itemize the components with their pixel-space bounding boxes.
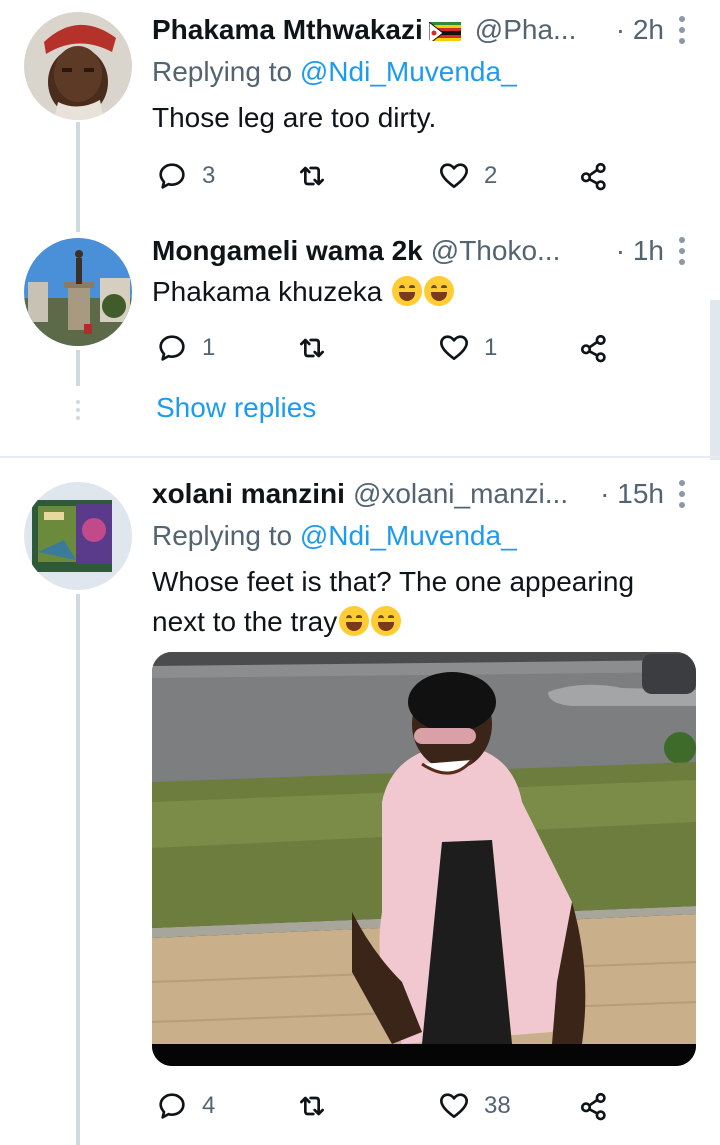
reply-count: 4 bbox=[202, 1092, 216, 1119]
divider bbox=[0, 456, 720, 458]
show-replies-link[interactable]: Show replies bbox=[156, 392, 316, 424]
like-count: 1 bbox=[484, 334, 498, 361]
share-icon bbox=[580, 334, 606, 363]
tweet-header: xolani manzini @xolani_manzi... · 15h bbox=[152, 474, 680, 514]
retweet-button[interactable] bbox=[296, 1086, 328, 1126]
share-icon bbox=[580, 162, 606, 191]
like-button[interactable]: 2 bbox=[438, 156, 497, 196]
retweet-icon bbox=[300, 1096, 324, 1116]
like-count: 38 bbox=[484, 1092, 511, 1119]
retweet-icon bbox=[300, 166, 324, 186]
retweet-icon bbox=[300, 338, 324, 358]
timestamp[interactable]: · 15h bbox=[600, 478, 664, 510]
tweet-text-line-2: next to the tray bbox=[152, 606, 338, 637]
timestamp[interactable]: · 1h bbox=[616, 235, 664, 267]
user-handle[interactable]: @Thoko... bbox=[431, 235, 561, 267]
user-handle[interactable]: @xolani_manzi... bbox=[353, 478, 568, 510]
reply-icon bbox=[159, 335, 185, 361]
zimbabwe-flag-icon bbox=[428, 19, 461, 41]
reply-count: 3 bbox=[202, 162, 216, 189]
reply-icon bbox=[159, 163, 185, 189]
timestamp[interactable]: · 2h bbox=[616, 14, 664, 46]
replying-to-prefix: Replying to bbox=[152, 520, 300, 551]
share-button[interactable] bbox=[578, 156, 610, 196]
more-options-icon[interactable] bbox=[678, 16, 686, 44]
avatar[interactable] bbox=[24, 12, 132, 120]
thinking-emoji-icon bbox=[339, 606, 370, 636]
replying-to-handle[interactable]: @Ndi_Muvenda_ bbox=[300, 56, 517, 87]
tweet-text: Those leg are too dirty. bbox=[152, 102, 437, 133]
avatar[interactable] bbox=[24, 238, 132, 346]
share-icon bbox=[580, 1092, 606, 1121]
heart-icon bbox=[440, 163, 468, 188]
replying-to: Replying to @Ndi_Muvenda_ bbox=[152, 56, 517, 88]
tweet-text-line-1: Whose feet is that? The one appearing bbox=[152, 566, 635, 597]
retweet-button[interactable] bbox=[296, 328, 328, 368]
replying-to-prefix: Replying to bbox=[152, 56, 300, 87]
display-name[interactable]: Phakama Mthwakazi bbox=[152, 14, 423, 46]
thread-line bbox=[76, 594, 80, 1145]
scrollbar[interactable] bbox=[710, 300, 720, 460]
tweet-header: Mongameli wama 2k @Thoko... · 1h bbox=[152, 231, 680, 271]
share-button[interactable] bbox=[578, 1086, 610, 1126]
display-name[interactable]: Mongameli wama 2k bbox=[152, 235, 423, 267]
thread-line bbox=[76, 350, 80, 386]
replying-to: Replying to @Ndi_Muvenda_ bbox=[152, 520, 517, 552]
thread-more-dots bbox=[76, 400, 80, 420]
tweet-header: Phakama Mthwakazi @Pha... · 2h bbox=[152, 10, 680, 50]
retweet-button[interactable] bbox=[296, 156, 328, 196]
more-options-icon[interactable] bbox=[678, 237, 686, 265]
reply-button[interactable]: 1 bbox=[156, 328, 215, 368]
user-handle[interactable]: @Pha... bbox=[475, 14, 577, 46]
tweet-text-line-2-wrap: next to the tray bbox=[152, 602, 700, 642]
like-button[interactable]: 1 bbox=[438, 328, 497, 368]
tweet-actions: 3 2 bbox=[152, 156, 622, 196]
share-button[interactable] bbox=[578, 328, 610, 368]
tweet-text: Whose feet is that? The one appearing ne… bbox=[152, 562, 700, 642]
replying-to-handle[interactable]: @Ndi_Muvenda_ bbox=[300, 520, 517, 551]
tweet-actions: 4 38 bbox=[152, 1086, 622, 1126]
tweet-text-content: Phakama khuzeka bbox=[152, 276, 383, 307]
display-name[interactable]: xolani manzini bbox=[152, 478, 345, 510]
tweet-text: Phakama khuzeka bbox=[152, 272, 680, 312]
heart-icon bbox=[440, 335, 468, 360]
laughing-emoji-icon bbox=[424, 276, 455, 306]
laughing-emoji-icon bbox=[392, 276, 423, 306]
avatar[interactable] bbox=[24, 482, 132, 590]
tweet-actions: 1 1 bbox=[152, 328, 622, 368]
reply-count: 1 bbox=[202, 334, 216, 361]
reply-button[interactable]: 4 bbox=[156, 1086, 215, 1126]
reply-button[interactable]: 3 bbox=[156, 156, 215, 196]
like-count: 2 bbox=[484, 162, 498, 189]
reply-icon bbox=[159, 1093, 185, 1119]
more-options-icon[interactable] bbox=[678, 480, 686, 508]
tweet-media-image[interactable] bbox=[152, 652, 696, 1066]
like-button[interactable]: 38 bbox=[438, 1086, 511, 1126]
thread-line bbox=[76, 122, 80, 232]
heart-icon bbox=[440, 1093, 468, 1118]
laughing-emoji-icon bbox=[371, 606, 402, 636]
